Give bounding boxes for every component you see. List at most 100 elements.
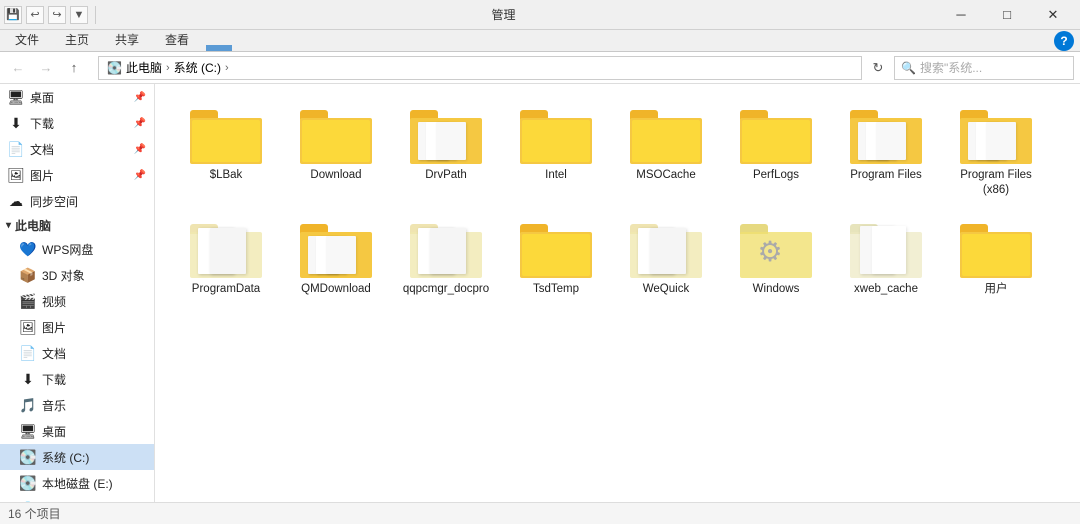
- sidebar-section-pc[interactable]: ▾ 此电脑: [0, 214, 154, 236]
- address-bar: ← → ↑ 💽 此电脑 › 系统 (C:) › ↻ 🔍 搜索"系统...: [0, 52, 1080, 84]
- sidebar-label: 网络: [42, 501, 66, 503]
- sidebar-item-3d[interactable]: 📦 3D 对象: [0, 262, 154, 288]
- section-label: 此电脑: [15, 217, 51, 234]
- ribbon-tab-home[interactable]: 主页: [52, 28, 102, 51]
- path-separator-1: ›: [166, 62, 170, 74]
- sidebar-item-pictures-pinned[interactable]: 🖼 图片 📌: [0, 162, 154, 188]
- folder-label: PerfLogs: [753, 168, 799, 183]
- address-path[interactable]: 💽 此电脑 › 系统 (C:) ›: [98, 56, 862, 80]
- folder-item[interactable]: ProgramData: [171, 210, 281, 303]
- folder-label: Download: [310, 168, 361, 183]
- sidebar-item-music[interactable]: 🎵 音乐: [0, 392, 154, 418]
- sidebar-item-sync[interactable]: ☁ 同步空间: [0, 188, 154, 214]
- ribbon-tab-drive-tools[interactable]: [206, 45, 232, 51]
- path-current[interactable]: 系统 (C:): [174, 59, 221, 76]
- folder-item[interactable]: 用户: [941, 210, 1051, 303]
- downloads-icon: ⬇: [20, 371, 36, 387]
- folder-item[interactable]: WeQuick: [611, 210, 721, 303]
- folder-item[interactable]: ⚙ Windows: [721, 210, 831, 303]
- ribbon-tab-view[interactable]: 查看: [152, 28, 202, 51]
- sidebar-item-desktop-pinned[interactable]: 🖥 桌面 📌: [0, 84, 154, 110]
- search-box[interactable]: 🔍 搜索"系统...: [894, 56, 1074, 80]
- sidebar-label: 文档: [42, 345, 66, 362]
- folder-item[interactable]: qqpcmgr_docpro: [391, 210, 501, 303]
- up-button[interactable]: ↑: [62, 56, 86, 80]
- sidebar-label: 图片: [30, 167, 54, 184]
- folder-item[interactable]: TsdTemp: [501, 210, 611, 303]
- sidebar-item-video[interactable]: 🎬 视频: [0, 288, 154, 314]
- cloud-icon: ☁: [8, 193, 24, 209]
- sidebar-label: 音乐: [42, 397, 66, 414]
- help-button[interactable]: ?: [1054, 31, 1074, 51]
- folder-item[interactable]: Program Files(x86): [941, 96, 1051, 204]
- docs-icon: 📄: [8, 141, 24, 157]
- redo-icon[interactable]: ↪: [48, 6, 66, 24]
- sidebar-item-drive-e[interactable]: 💽 本地磁盘 (E:): [0, 470, 154, 496]
- folder-icon: [300, 102, 372, 166]
- forward-button: →: [34, 56, 58, 80]
- folder-icon: [630, 216, 702, 280]
- folder-item[interactable]: DrvPath: [391, 96, 501, 204]
- folder-label: Windows: [753, 282, 800, 297]
- folder-item[interactable]: QMDownload: [281, 210, 391, 303]
- sidebar-item-wps[interactable]: 💙 WPS网盘: [0, 236, 154, 262]
- pictures-icon: 🖼: [8, 167, 24, 183]
- folder-icon: [960, 102, 1032, 166]
- close-button[interactable]: ✕: [1030, 0, 1076, 30]
- pin-icon: 📌: [134, 170, 146, 181]
- folder-item[interactable]: Download: [281, 96, 391, 204]
- folder-label: $LBak: [210, 168, 243, 183]
- pictures2-icon: 🖼: [20, 319, 36, 335]
- folder-label: qqpcmgr_docpro: [403, 282, 489, 297]
- sidebar-item-pictures[interactable]: 🖼 图片: [0, 314, 154, 340]
- folder-label: QMDownload: [301, 282, 371, 297]
- window-title: 管理: [99, 6, 938, 23]
- search-placeholder: 搜索"系统...: [920, 59, 982, 76]
- folder-icon: [850, 216, 922, 280]
- sidebar-label: 下载: [42, 371, 66, 388]
- folder-icon: [300, 216, 372, 280]
- sidebar-label: 同步空间: [30, 193, 78, 210]
- video-icon: 🎬: [20, 293, 36, 309]
- back-button: ←: [6, 56, 30, 80]
- documents-icon: 📄: [20, 345, 36, 361]
- folder-item[interactable]: Program Files: [831, 96, 941, 204]
- sidebar-label: 本地磁盘 (E:): [42, 475, 113, 492]
- sidebar-item-network[interactable]: 🌐 网络: [0, 496, 154, 502]
- folder-item[interactable]: PerfLogs: [721, 96, 831, 204]
- folder-label: TsdTemp: [533, 282, 579, 297]
- folder-item[interactable]: Intel: [501, 96, 611, 204]
- expand-icon: ▾: [6, 220, 11, 231]
- folder-icon: [410, 102, 482, 166]
- ribbon-tab-share[interactable]: 共享: [102, 28, 152, 51]
- drive-c-icon: 💽: [20, 449, 36, 465]
- folder-item[interactable]: $LBak: [171, 96, 281, 204]
- sidebar-item-docs-pinned[interactable]: 📄 文档 📌: [0, 136, 154, 162]
- folder-label: xweb_cache: [854, 282, 918, 297]
- folder-label: 用户: [985, 282, 1008, 297]
- sidebar-label: 系统 (C:): [42, 449, 89, 466]
- path-root[interactable]: 此电脑: [126, 59, 162, 76]
- folder-icon: [520, 102, 592, 166]
- music-icon: 🎵: [20, 397, 36, 413]
- sidebar-item-desktop2[interactable]: 🖥 桌面: [0, 418, 154, 444]
- sidebar-item-drive-c[interactable]: 💽 系统 (C:): [0, 444, 154, 470]
- ribbon-tab-file[interactable]: 文件: [2, 28, 52, 51]
- download-icon: ⬇: [8, 115, 24, 131]
- folder-grid: $LBak Download DrvPath Intel MSOCache Pe…: [171, 96, 1064, 303]
- pin-icon: 📌: [134, 92, 146, 103]
- folder-item[interactable]: xweb_cache: [831, 210, 941, 303]
- quick-save-icon[interactable]: 💾: [4, 6, 22, 24]
- minimize-button[interactable]: ─: [938, 0, 984, 30]
- folder-item[interactable]: MSOCache: [611, 96, 721, 204]
- folder-label: ProgramData: [192, 282, 260, 297]
- sidebar-item-download-pinned[interactable]: ⬇ 下载 📌: [0, 110, 154, 136]
- maximize-button[interactable]: □: [984, 0, 1030, 30]
- undo-icon[interactable]: ↩: [26, 6, 44, 24]
- dropdown-icon[interactable]: ▼: [70, 6, 88, 24]
- pin-icon: 📌: [134, 118, 146, 129]
- refresh-button[interactable]: ↻: [866, 56, 890, 80]
- status-bar: 16 个项目: [0, 502, 1080, 524]
- sidebar-item-downloads[interactable]: ⬇ 下载: [0, 366, 154, 392]
- sidebar-item-documents[interactable]: 📄 文档: [0, 340, 154, 366]
